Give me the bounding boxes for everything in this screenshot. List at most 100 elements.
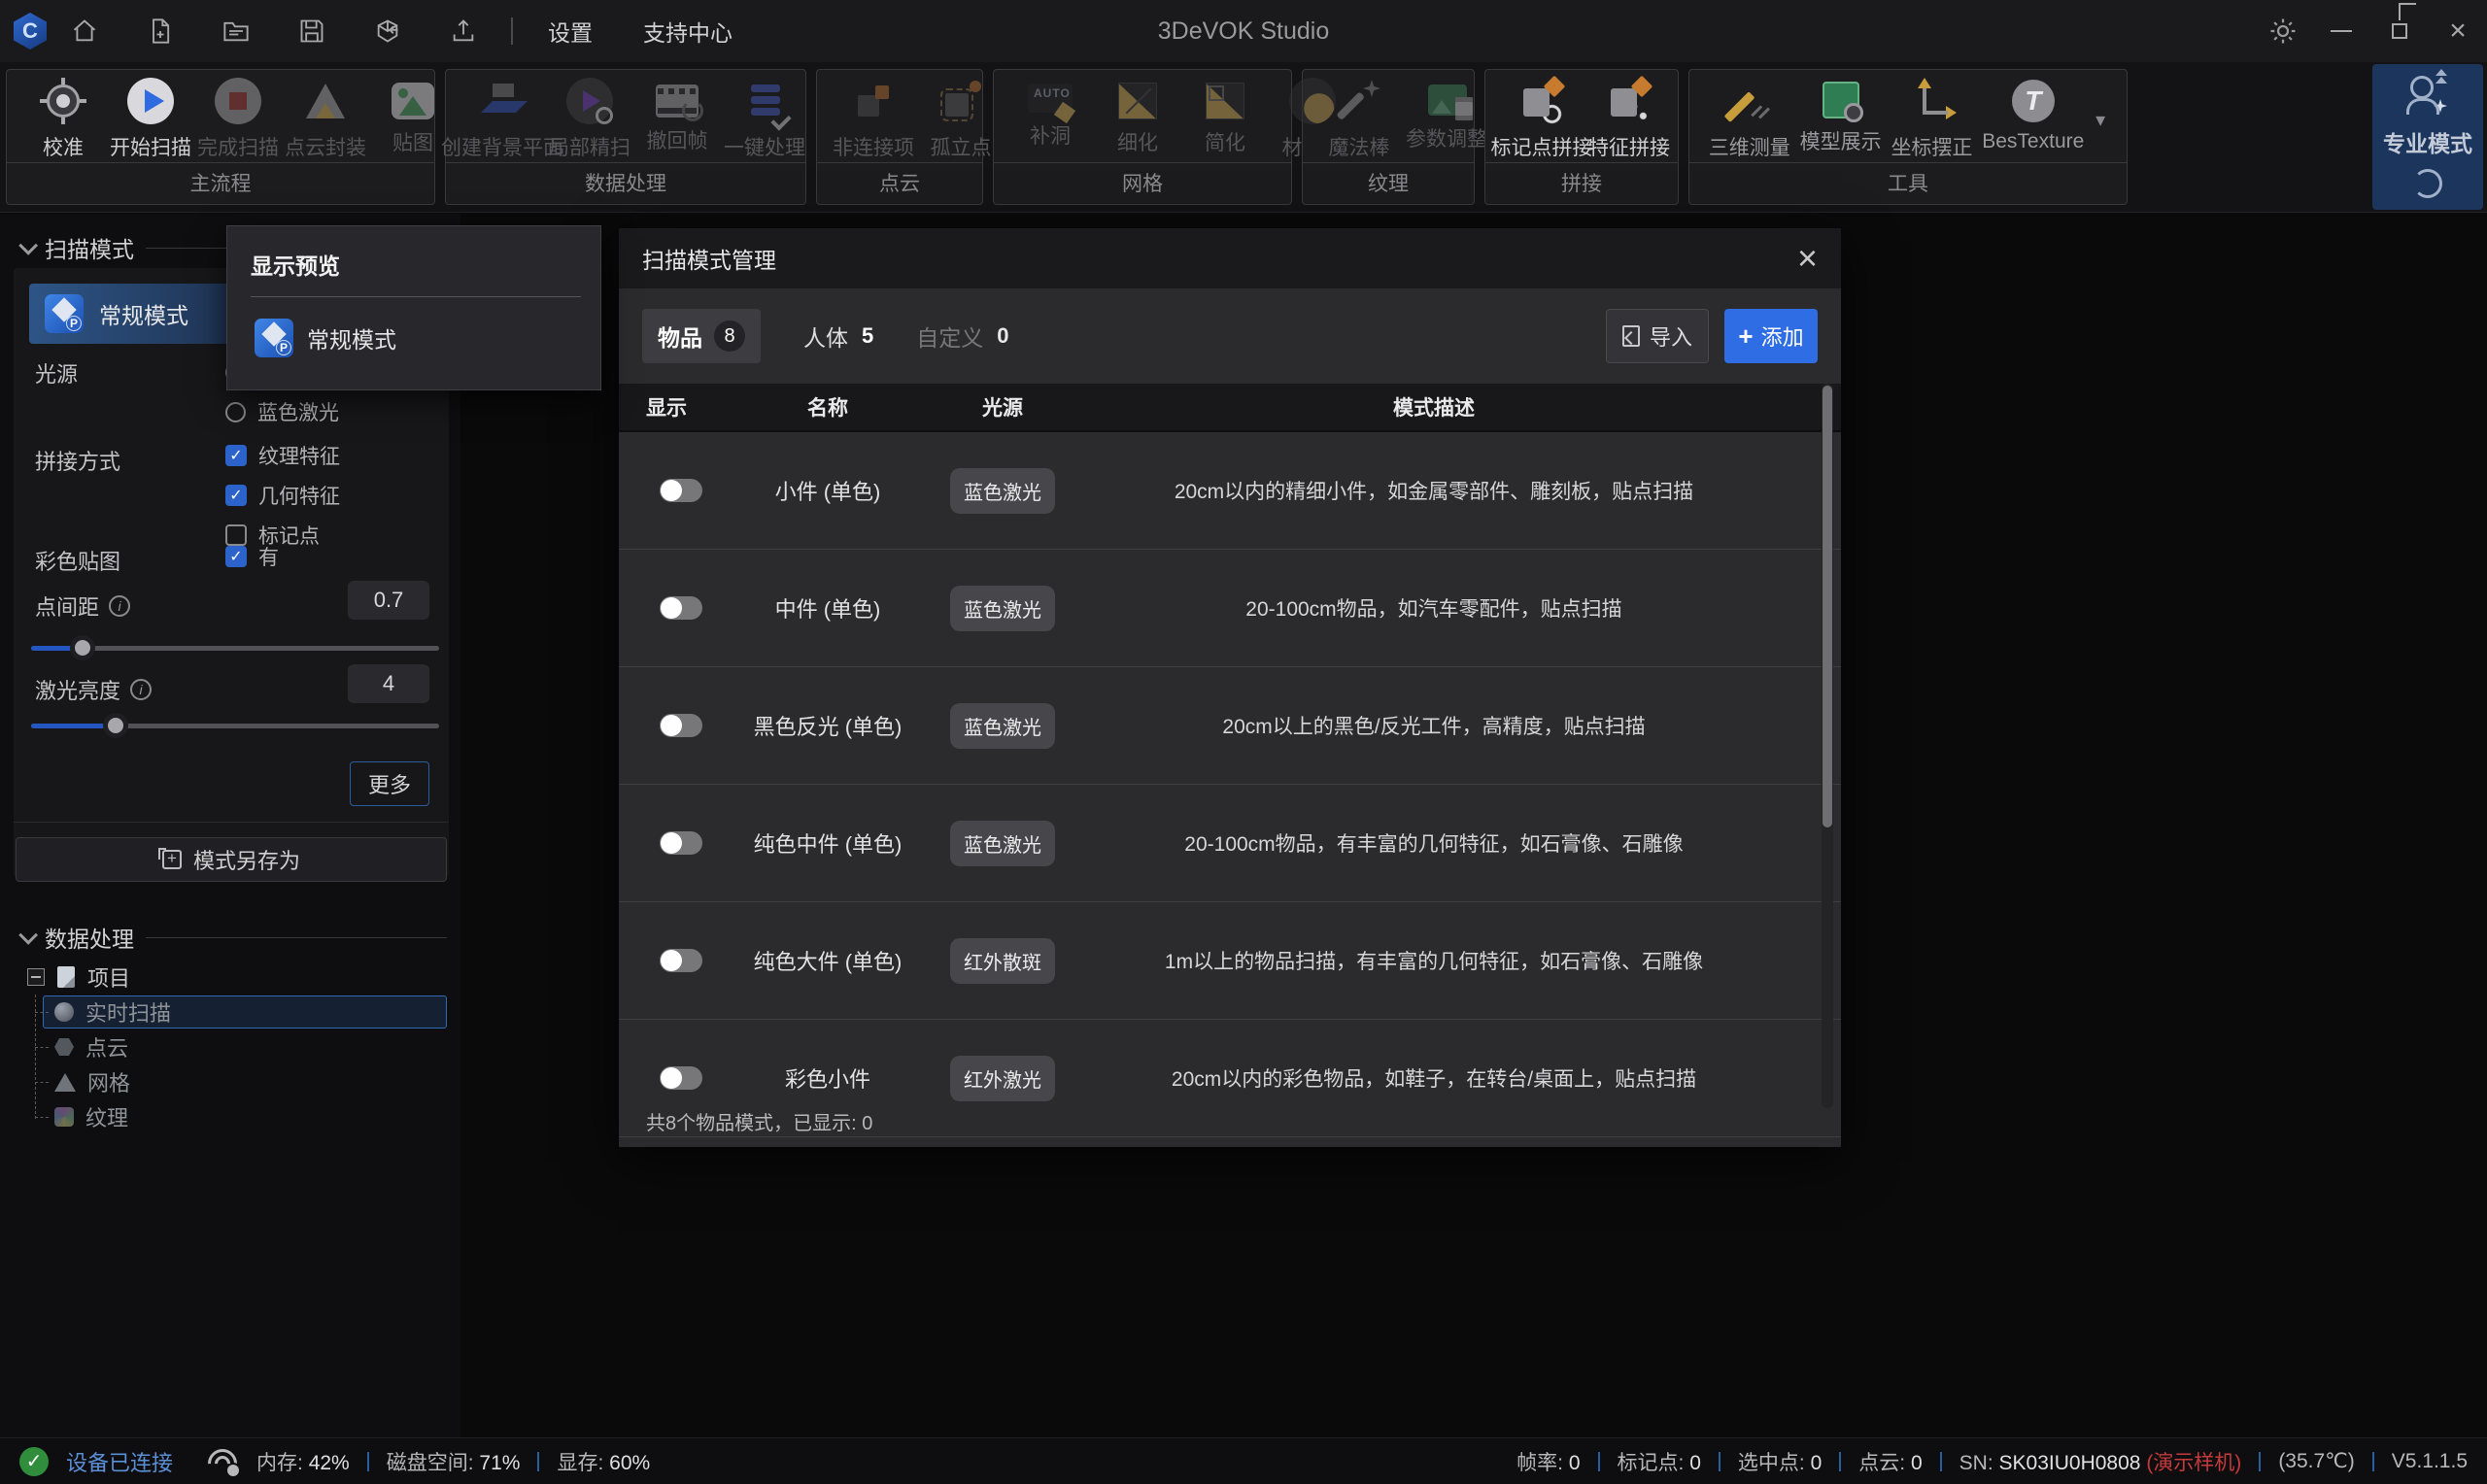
close-window-button[interactable]: × xyxy=(2429,0,2487,62)
tree-item-texture[interactable]: 纹理 xyxy=(35,1099,460,1134)
ribbon-fine-scan-button[interactable]: 局部精扫 xyxy=(549,78,630,161)
group-label-data: 数据处理 xyxy=(446,162,805,204)
laser-brightness-label: 激光亮度i xyxy=(35,674,152,705)
tab-human[interactable]: 人体 5 xyxy=(803,320,873,353)
tree-item-live-scan[interactable]: 实时扫描 xyxy=(35,995,460,1029)
ribbon-param-adjust-button[interactable]: 参数调整 xyxy=(1406,78,1487,152)
ribbon-feature-stitch-button[interactable]: 特征拼接 xyxy=(1588,78,1670,161)
stop-icon xyxy=(215,78,261,124)
ribbon-create-plane-button[interactable]: 创建背景平面 xyxy=(461,78,543,161)
show-toggle[interactable] xyxy=(660,949,702,972)
close-icon[interactable]: × xyxy=(1797,241,1818,276)
home-icon[interactable] xyxy=(47,0,122,62)
project-doc-icon xyxy=(57,966,75,988)
scrollbar[interactable] xyxy=(1822,384,1833,1108)
slider-knob[interactable] xyxy=(70,635,95,660)
add-button[interactable]: + 添加 xyxy=(1724,309,1818,363)
show-toggle[interactable] xyxy=(660,596,702,620)
menu-support[interactable]: 支持中心 xyxy=(618,15,758,48)
point-pitch-value[interactable]: 0.7 xyxy=(348,581,429,620)
stitch-options: ✓纹理特征 ✓几何特征 标记点 xyxy=(225,441,340,550)
ribbon-pointcloud-wrap-button[interactable]: 点云封装 xyxy=(285,78,366,161)
temperature: (35.7℃) xyxy=(2278,1449,2354,1473)
point-pitch-slider[interactable] xyxy=(31,635,439,660)
pro-mode-button[interactable]: 专业模式 xyxy=(2372,64,2483,210)
star-icon xyxy=(2434,99,2447,113)
group-label-texture: 纹理 xyxy=(1303,162,1474,204)
marker-stitch-icon xyxy=(1518,78,1565,124)
more-button[interactable]: 更多 xyxy=(350,761,429,806)
icon-part xyxy=(2436,62,2447,76)
save-icon[interactable] xyxy=(274,0,350,62)
ribbon-oneclick-process-button[interactable]: 一键处理 xyxy=(724,78,805,161)
connected-check-icon: ✓ xyxy=(19,1447,49,1476)
chevron-down-icon xyxy=(18,926,38,945)
network-settings-icon[interactable] xyxy=(206,1447,239,1476)
laser-brightness-value[interactable]: 4 xyxy=(348,664,429,703)
save-mode-as-button[interactable]: 模式另存为 xyxy=(16,837,447,882)
ribbon-start-scan-button[interactable]: 开始扫描 xyxy=(110,78,191,161)
ribbon-measure-button[interactable]: 三维测量 xyxy=(1709,78,1790,161)
tree-item-pointcloud[interactable]: 点云 xyxy=(35,1029,460,1064)
undo-frame-icon xyxy=(656,84,698,118)
ribbon-isolated-button[interactable]: 孤立点 xyxy=(920,78,1002,161)
icon-part xyxy=(1918,78,1931,88)
ribbon-marker-stitch-button[interactable]: 标记点拼接 xyxy=(1501,78,1583,161)
table-row: 小件 (单色) 蓝色激光 20cm以内的精细小件，如金属零部件、雕刻板，贴点扫描 xyxy=(619,432,1841,550)
open-project-icon[interactable] xyxy=(198,0,274,62)
left-panel: 扫描模式 P 常规模式 光源 红外激光 蓝色激光 拼接方式 ✓纹理特征 ✓几何特… xyxy=(0,214,460,1437)
laser-brightness-slider[interactable] xyxy=(31,713,439,738)
import-model-icon[interactable] xyxy=(350,0,426,62)
disk-usage: 磁盘空间: 71% xyxy=(387,1447,521,1476)
export-icon[interactable] xyxy=(426,0,501,62)
tree-item-project[interactable]: 项目 xyxy=(0,960,460,995)
minimize-button[interactable] xyxy=(2312,0,2370,62)
show-toggle[interactable] xyxy=(660,1066,702,1090)
data-section-header[interactable]: 数据处理 xyxy=(0,903,460,963)
tree-item-mesh[interactable]: 网格 xyxy=(35,1064,460,1099)
new-project-icon[interactable] xyxy=(122,0,198,62)
stitch-method-label: 拼接方式 xyxy=(35,445,120,476)
restore-button[interactable] xyxy=(2370,0,2429,62)
collapse-icon[interactable] xyxy=(27,968,45,986)
light-source-badge: 蓝色激光 xyxy=(950,821,1055,866)
checkbox-colormap-yes[interactable]: ✓有 xyxy=(225,542,279,571)
group-label-tools: 工具 xyxy=(1689,162,2127,204)
checkbox-geometry-feature[interactable]: ✓几何特征 xyxy=(225,481,340,510)
table-header: 显示 名称 光源 模式描述 xyxy=(619,384,1841,432)
tab-custom[interactable]: 自定义 0 xyxy=(916,320,1008,353)
info-icon[interactable]: i xyxy=(109,595,130,617)
ribbon-calibrate-button[interactable]: 校准 xyxy=(22,78,104,161)
ribbon-model-show-button[interactable]: 模型展示 xyxy=(1800,78,1882,155)
tab-items[interactable]: 物品 8 xyxy=(642,309,761,363)
radio-icon xyxy=(225,402,246,422)
show-toggle[interactable] xyxy=(660,479,702,502)
ribbon-disconnected-button[interactable]: 非连接项 xyxy=(833,78,914,161)
ribbon-bestexture-button[interactable]: TBesTexture xyxy=(1982,78,2084,153)
point-pitch-label: 点间距i xyxy=(35,590,130,622)
ribbon-fill-hole-button[interactable]: 补洞 xyxy=(1009,78,1091,150)
import-button[interactable]: 导入 xyxy=(1606,309,1709,363)
measure-icon xyxy=(1726,78,1773,124)
show-toggle[interactable] xyxy=(660,714,702,737)
ribbon-simplify-button[interactable]: 简化 xyxy=(1184,78,1266,156)
switch-mode-icon[interactable] xyxy=(2413,169,2442,198)
pro-user-icon xyxy=(2406,76,2449,115)
info-icon[interactable]: i xyxy=(130,679,152,700)
gear-icon[interactable] xyxy=(2254,0,2312,62)
ribbon-axis-align-button[interactable]: 坐标摆正 xyxy=(1891,78,1972,161)
popup-mode-item[interactable]: P 常规模式 xyxy=(227,297,600,357)
icon-part xyxy=(227,1465,239,1476)
scrollbar-thumb[interactable] xyxy=(1823,386,1832,827)
radio-blue-laser[interactable]: 蓝色激光 xyxy=(225,397,339,426)
ribbon-refine-button[interactable]: 细化 xyxy=(1097,78,1178,156)
checkbox-texture-feature[interactable]: ✓纹理特征 xyxy=(225,441,340,470)
magic-wand-icon xyxy=(1336,78,1382,124)
show-toggle[interactable] xyxy=(660,831,702,855)
chevron-down-icon[interactable]: ▾ xyxy=(2095,108,2105,132)
ribbon-finish-scan-button[interactable]: 完成扫描 xyxy=(197,78,279,161)
menu-settings[interactable]: 设置 xyxy=(523,15,618,48)
slider-knob[interactable] xyxy=(103,713,128,738)
divider xyxy=(537,1452,539,1471)
ribbon-undo-frame-button[interactable]: 撤回帧 xyxy=(636,78,718,154)
